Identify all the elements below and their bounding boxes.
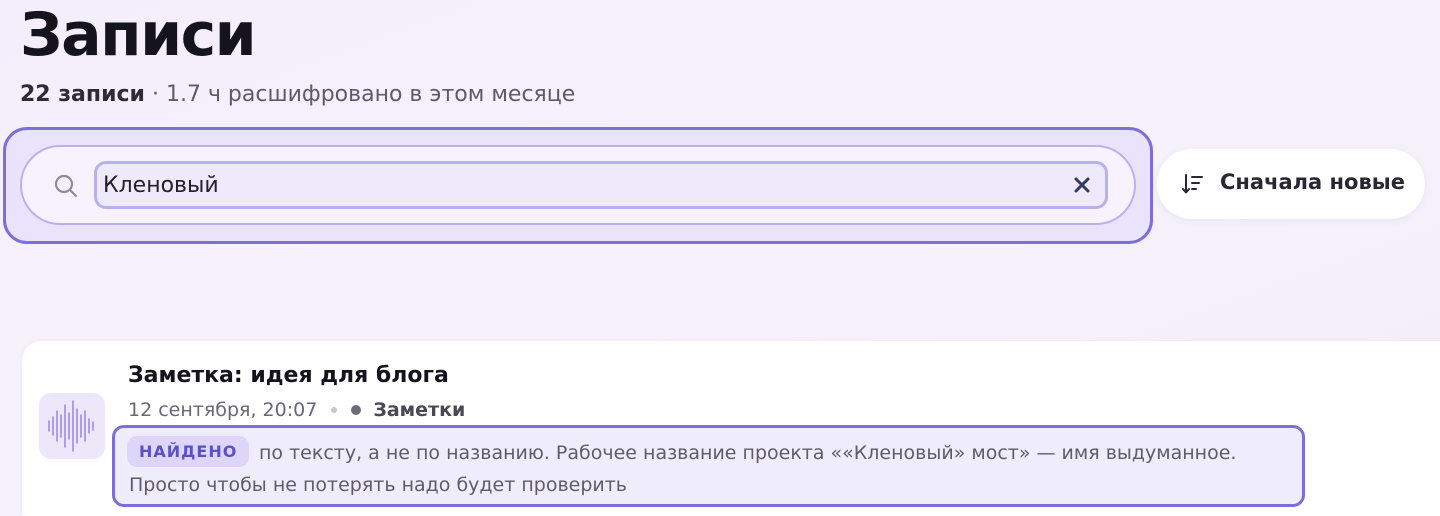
search-focus-ring — [3, 127, 1153, 244]
sort-label: Сначала новые — [1220, 170, 1406, 194]
category-dot-icon — [351, 405, 362, 415]
page-title: Записи — [20, 0, 257, 70]
search-match-snippet: по тексту, а не по названию. Рабочее наз… — [112, 425, 1305, 507]
record-thumbnail — [39, 393, 105, 459]
transcription-stats: · 1.7 ч расшифровано в этом месяце — [144, 82, 576, 107]
record-count: 22 записи — [20, 82, 145, 107]
record-title[interactable]: Заметка: идея для блога — [128, 363, 449, 388]
search-bar[interactable] — [20, 145, 1136, 225]
record-date: 12 сентября, 20:07 — [128, 399, 318, 421]
found-badge: НАЙДЕНО — [127, 436, 250, 467]
record-meta: 12 сентября, 20:07 Заметки — [128, 399, 465, 421]
sort-descending-icon — [1182, 174, 1203, 194]
page-subtitle: 22 записи · 1.7 ч расшифровано в этом ме… — [20, 80, 575, 110]
record-card[interactable]: Заметка: идея для блога 12 сентября, 20:… — [22, 341, 1440, 516]
record-category: Заметки — [373, 399, 466, 421]
separator-dot — [331, 407, 338, 413]
search-input[interactable] — [103, 170, 1063, 200]
waveform-icon — [48, 400, 94, 452]
sort-button[interactable]: Сначала новые — [1157, 149, 1425, 219]
close-icon[interactable] — [1072, 175, 1092, 195]
search-icon — [54, 174, 78, 198]
search-input-wrapper — [94, 161, 1108, 209]
snippet-text: по тексту, а не по названию. Рабочее наз… — [129, 442, 1237, 496]
